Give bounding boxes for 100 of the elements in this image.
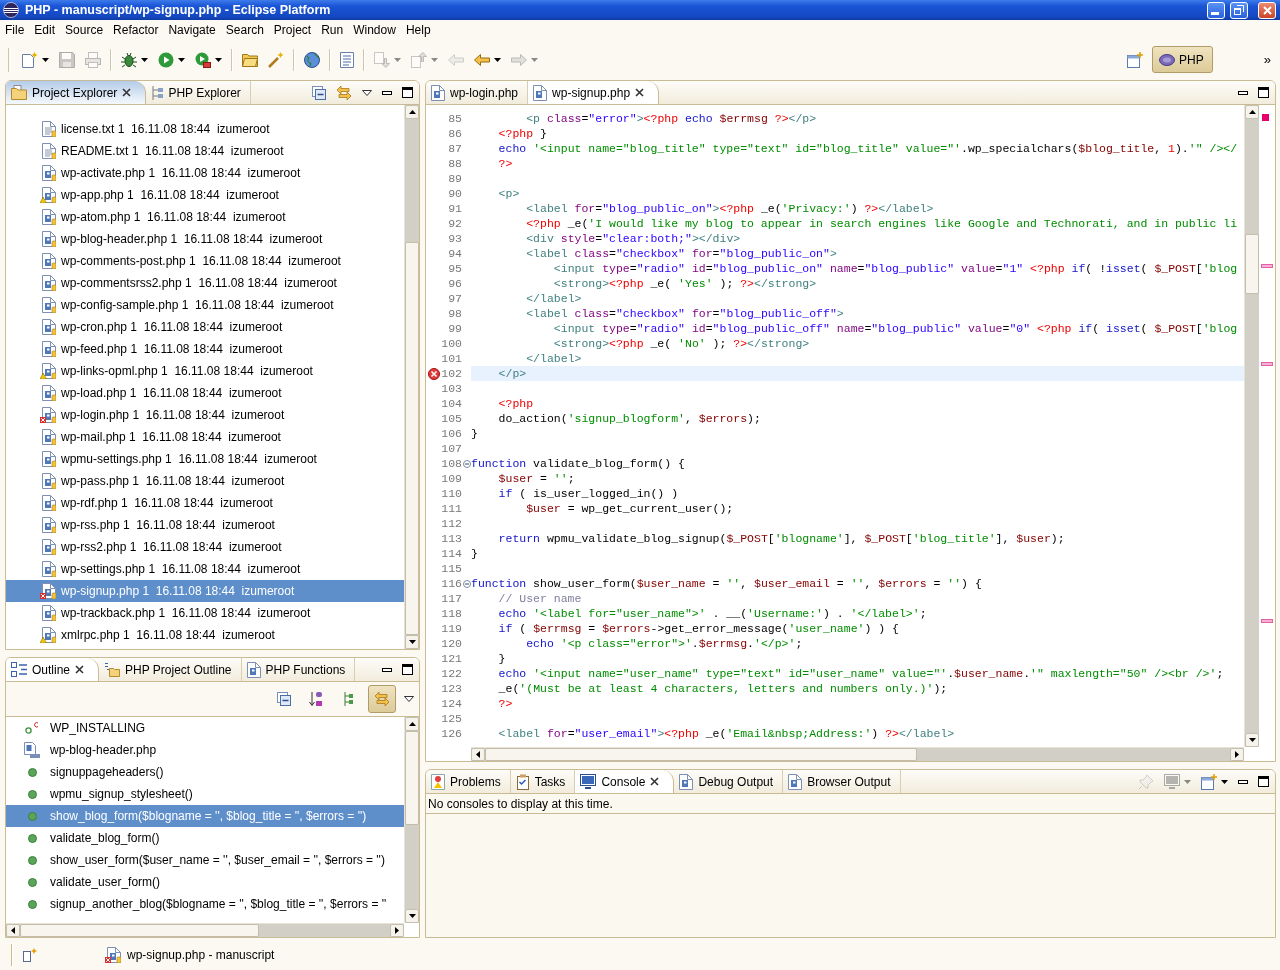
- file-item[interactable]: README.txt 1 16.11.08 18:44 izumeroot: [6, 140, 404, 162]
- horizontal-scrollbar[interactable]: [471, 747, 1244, 761]
- file-item[interactable]: wp-comments-post.php 1 16.11.08 18:44 izumeroot: [6, 250, 404, 272]
- file-item[interactable]: wp-rdf.php 1 16.11.08 18:44 izumeroot: [6, 492, 404, 514]
- scroll-left-button[interactable]: [471, 748, 485, 761]
- vertical-scrollbar[interactable]: [1244, 105, 1259, 747]
- menu-item[interactable]: Refactor: [108, 22, 164, 37]
- minimize-button[interactable]: [1207, 1, 1225, 19]
- file-item[interactable]: wp-app.php 1 16.11.08 18:44 izumeroot: [6, 184, 404, 206]
- outline-item[interactable]: wpmu_signup_stylesheet(): [6, 783, 404, 805]
- scroll-left-button[interactable]: [6, 924, 20, 937]
- minimize-icon[interactable]: [1238, 779, 1248, 784]
- file-item[interactable]: wp-activate.php 1 16.11.08 18:44 izumeroot: [6, 162, 404, 184]
- tab[interactable]: PHP Functions: [241, 658, 356, 681]
- arrow-right-icon[interactable]: [1235, 751, 1239, 758]
- menu-item[interactable]: Window: [348, 22, 401, 37]
- restore-button[interactable]: [1230, 1, 1248, 19]
- caret-icon[interactable]: [494, 57, 501, 62]
- scroll-down-button[interactable]: [405, 635, 419, 649]
- caret-icon[interactable]: [1221, 779, 1228, 784]
- menu-item[interactable]: Run: [316, 22, 349, 37]
- file-item[interactable]: wp-login.php 1 16.11.08 18:44 izumeroot: [6, 404, 404, 426]
- perspective-button[interactable]: PHP: [1152, 46, 1213, 73]
- tab[interactable]: PHP Explorer: [146, 81, 251, 104]
- scroll-right-button[interactable]: [1230, 748, 1244, 761]
- close-icon[interactable]: [635, 88, 645, 97]
- scroll-down-button[interactable]: [1245, 733, 1259, 747]
- caret-icon[interactable]: [42, 57, 49, 62]
- scroll-right-button[interactable]: [390, 924, 404, 937]
- vertical-scrollbar[interactable]: [404, 717, 419, 923]
- file-item[interactable]: wp-cron.php 1 16.11.08 18:44 izumeroot: [6, 316, 404, 338]
- minimize-icon[interactable]: [382, 90, 392, 95]
- menu-item[interactable]: Navigate: [163, 22, 221, 37]
- tab[interactable]: Browser Output: [783, 770, 901, 793]
- scroll-up-button[interactable]: [405, 717, 419, 731]
- maximize-icon[interactable]: [402, 87, 413, 98]
- file-item[interactable]: wp-config-sample.php 1 16.11.08 18:44 izumeroot: [6, 294, 404, 316]
- arrow-down-icon[interactable]: [1248, 738, 1256, 742]
- fold-minus-icon[interactable]: [463, 459, 471, 468]
- scroll-thumb[interactable]: [485, 748, 918, 761]
- minimize-icon[interactable]: [1238, 90, 1248, 95]
- tab[interactable]: Outline: [6, 658, 100, 681]
- menu-item[interactable]: Help: [400, 22, 436, 37]
- menu-item[interactable]: File: [0, 22, 30, 37]
- file-item[interactable]: wp-atom.php 1 16.11.08 18:44 izumeroot: [6, 206, 404, 228]
- tab[interactable]: wp-signup.php: [528, 81, 660, 104]
- scroll-thumb[interactable]: [20, 924, 259, 937]
- vertical-scrollbar[interactable]: [404, 105, 419, 649]
- menu-item[interactable]: Project: [268, 22, 317, 37]
- minimize-icon[interactable]: [382, 667, 392, 672]
- link-arrows-icon[interactable]: [336, 84, 352, 101]
- outline-item[interactable]: signuppageheaders(): [6, 761, 404, 783]
- window-sparkle-icon[interactable]: [23, 948, 37, 962]
- menu-item[interactable]: Search: [220, 22, 269, 37]
- arrow-right-icon[interactable]: [395, 927, 399, 934]
- arrow-left-icon[interactable]: [476, 751, 480, 758]
- menu-item[interactable]: Source: [60, 22, 109, 37]
- outline-item[interactable]: validate_user_form(): [6, 871, 404, 893]
- file-item[interactable]: wp-commentsrss2.php 1 16.11.08 18:44 izumeroot: [6, 272, 404, 294]
- arrow-down-icon[interactable]: [408, 914, 416, 918]
- arrow-up-icon[interactable]: [408, 722, 416, 726]
- outline-item[interactable]: show_user_form($user_name = '', $user_email = '', $errors = ''): [6, 849, 404, 871]
- file-item[interactable]: license.txt 1 16.11.08 18:44 izumeroot: [6, 118, 404, 140]
- caret-icon[interactable]: [178, 57, 185, 62]
- view-menu-icon[interactable]: [404, 696, 414, 702]
- close-icon[interactable]: [650, 777, 660, 786]
- tab[interactable]: Console: [575, 770, 675, 793]
- arrow-up-icon[interactable]: [1248, 110, 1256, 114]
- close-icon[interactable]: [75, 665, 85, 674]
- outline-item[interactable]: wp-blog-header.php: [6, 739, 404, 761]
- maximize-icon[interactable]: [1258, 87, 1269, 98]
- file-item[interactable]: wp-settings.php 1 16.11.08 18:44 izumeroot: [6, 558, 404, 580]
- tab[interactable]: wp-login.php: [426, 81, 529, 104]
- file-item[interactable]: wp-rss2.php 1 16.11.08 18:44 izumeroot: [6, 536, 404, 558]
- file-item[interactable]: wp-blog-header.php 1 16.11.08 18:44 izumeroot: [6, 228, 404, 250]
- arrow-up-icon[interactable]: [408, 110, 416, 114]
- file-item[interactable]: wp-mail.php 1 16.11.08 18:44 izumeroot: [6, 426, 404, 448]
- scroll-thumb[interactable]: [405, 242, 419, 635]
- file-item[interactable]: wp-trackback.php 1 16.11.08 18:44 izumeroot: [6, 602, 404, 624]
- close-button[interactable]: [1258, 1, 1276, 19]
- maximize-icon[interactable]: [1258, 776, 1269, 787]
- outline-item[interactable]: WP_INSTALLING: [6, 717, 404, 739]
- scroll-up-button[interactable]: [405, 105, 419, 119]
- view-menu-icon[interactable]: [362, 89, 372, 96]
- scroll-up-button[interactable]: [1245, 105, 1259, 119]
- scroll-thumb[interactable]: [405, 731, 419, 826]
- file-item[interactable]: xmlrpc.php 1 16.11.08 18:44 izumeroot: [6, 624, 404, 646]
- close-icon[interactable]: [122, 88, 132, 97]
- file-item[interactable]: wp-load.php 1 16.11.08 18:44 izumeroot: [6, 382, 404, 404]
- file-item[interactable]: wp-feed.php 1 16.11.08 18:44 izumeroot: [6, 338, 404, 360]
- open-console-button[interactable]: [1201, 773, 1228, 790]
- overflow-button[interactable]: »: [1260, 52, 1274, 67]
- file-item[interactable]: wp-pass.php 1 16.11.08 18:44 izumeroot: [6, 470, 404, 492]
- outline-item[interactable]: validate_blog_form(): [6, 827, 404, 849]
- collapse-icon[interactable]: [312, 85, 326, 100]
- fold-minus-icon[interactable]: [463, 579, 471, 588]
- file-item[interactable]: wp-links-opml.php 1 16.11.08 18:44 izumeroot: [6, 360, 404, 382]
- file-item[interactable]: wp-rss.php 1 16.11.08 18:44 izumeroot: [6, 514, 404, 536]
- maximize-icon[interactable]: [402, 664, 413, 675]
- tab[interactable]: PHP Project Outline: [99, 658, 242, 681]
